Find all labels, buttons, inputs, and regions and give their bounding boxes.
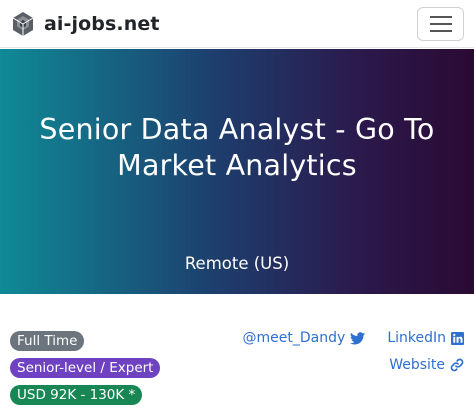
job-location: Remote (US) — [184, 254, 290, 273]
honeycomb-logo-icon — [12, 12, 34, 36]
job-hero-banner: Senior Data Analyst - Go To Market Analy… — [0, 49, 474, 294]
twitter-bird-icon — [350, 331, 366, 344]
hamburger-menu-button[interactable] — [417, 7, 464, 41]
website-link-label: Website — [389, 357, 445, 373]
brand-link[interactable]: ai-jobs.net — [10, 9, 160, 39]
twitter-link[interactable]: @meet_Dandy — [243, 329, 366, 347]
hamburger-menu-icon — [429, 16, 452, 32]
job-title: Senior Data Analyst - Go To Market Analy… — [39, 113, 435, 182]
linkedin-link[interactable]: LinkedIn — [387, 329, 464, 347]
website-link[interactable]: Website — [389, 356, 464, 374]
experience-level-badge: Senior-level / Expert — [10, 358, 161, 378]
linkedin-link-label: LinkedIn — [387, 330, 446, 346]
twitter-link-label: @meet_Dandy — [242, 330, 346, 346]
brand-name: ai-jobs.net — [44, 13, 160, 35]
employment-type-badge: Full Time — [10, 331, 85, 351]
navbar: ai-jobs.net — [0, 0, 474, 48]
salary-badge: USD 92K - 130K * — [10, 385, 143, 405]
social-links-row: @meet_Dandy LinkedIn — [243, 329, 464, 347]
website-link-row: Website — [389, 356, 464, 374]
link-icon — [450, 358, 464, 372]
linkedin-icon — [451, 331, 464, 345]
